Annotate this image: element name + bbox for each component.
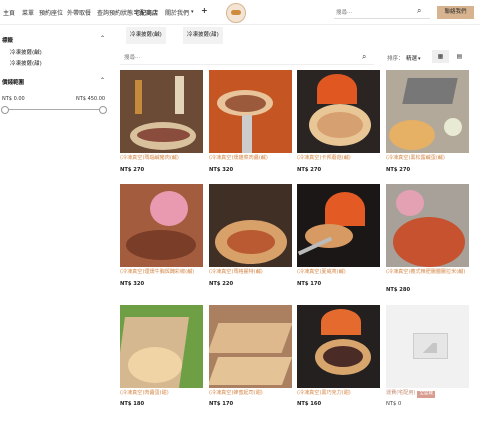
product-title[interactable]: (冷凍真空)卡邦蘑菇(鹹) (297, 155, 381, 162)
product-image[interactable] (120, 305, 203, 388)
status-badge: 全盆栽 (417, 391, 435, 398)
price-min: NT$ 0.00 (2, 96, 25, 102)
price-slider-min-handle[interactable] (1, 106, 9, 114)
price-range-title: 價錢範圍 (2, 80, 25, 86)
product-image[interactable] (120, 70, 203, 153)
chevron-down-icon[interactable]: ▾ (191, 8, 194, 16)
chevron-down-icon[interactable]: ▾ (418, 55, 421, 63)
top-navigation: 主頁 菜單 預約座位 外帶取餐 查詢預約狀態 宅配商店 關於我們 ▾ + 搜尋⋯… (0, 0, 480, 25)
product-price: NT$ 280 (386, 287, 411, 293)
product-title[interactable]: (冷凍真空)瑪瑙鹹豬肉(鹹) (120, 155, 204, 162)
product-title[interactable]: 運費(宅配用) (386, 390, 415, 396)
nav-reservation-status[interactable]: 查詢預約狀態 (97, 8, 133, 17)
product-image[interactable] (297, 184, 380, 267)
price-max: NT$ 450.00 (76, 96, 106, 102)
product-price: NT$ 270 (120, 167, 145, 173)
product-title[interactable]: (冷凍真空)義式辣肥腸臘腸拉米(鹹) (386, 269, 470, 276)
search-icon[interactable]: ⌕ (362, 53, 366, 61)
nav-menu[interactable]: 菜單 (22, 8, 34, 17)
product-title[interactable]: (冷凍真空)肉醬蛋(甜) (120, 390, 204, 397)
nav-home[interactable]: 主頁 (3, 8, 15, 17)
product-title[interactable]: (冷凍真空)黑松露鹹蛋(鹹) (386, 155, 470, 162)
top-search-placeholder: 搜尋⋯ (336, 10, 353, 16)
product-title[interactable]: (冷凍真空)蜂蜜起司(甜) (209, 390, 293, 397)
sidebar-item-frozen-salty[interactable]: 冷凍披薩(鹹) (10, 48, 42, 56)
image-placeholder-icon[interactable] (386, 305, 469, 388)
pizza-logo[interactable] (226, 3, 246, 23)
nav-reservation[interactable]: 預約座位 (39, 8, 63, 17)
search-icon[interactable]: ⌕ (417, 7, 421, 15)
price-slider[interactable] (3, 109, 104, 110)
product-image[interactable] (209, 305, 292, 388)
product-price: NT$ 320 (209, 167, 234, 173)
product-title[interactable]: (冷凍真空)黑巧克力(甜) (297, 390, 381, 397)
category-title: 標籤 (2, 38, 14, 44)
sort-label: 排序： (387, 56, 404, 62)
nav-takeout[interactable]: 外帶取餐 (67, 8, 91, 17)
product-image[interactable] (209, 70, 292, 153)
sort-select[interactable]: 精選 (406, 54, 417, 62)
product-price: NT$ 160 (297, 401, 322, 407)
shipping-title-row[interactable]: 運費(宅配用) 全盆栽 (386, 390, 470, 398)
product-price: NT$ 270 (297, 167, 322, 173)
product-price: NT$ 170 (297, 281, 322, 287)
product-price: NT$ 270 (386, 167, 411, 173)
tab-frozen-salty[interactable]: 冷凍披薩(鹹) (126, 27, 166, 44)
product-price: NT$ 0 (386, 401, 402, 407)
product-price: NT$ 180 (120, 401, 145, 407)
plus-icon[interactable]: + (201, 7, 208, 15)
list-view-button[interactable]: ▤ (451, 50, 468, 63)
product-price: NT$ 320 (120, 281, 145, 287)
product-price: NT$ 170 (209, 401, 234, 407)
sidebar: 標籤 ⌃ 冷凍披薩(鹹) 冷凍披薩(甜) 價錢範圍 ⌃ NT$ 0.00 NT$… (0, 24, 111, 421)
product-image[interactable] (120, 184, 203, 267)
chevron-up-icon[interactable]: ⌃ (100, 77, 105, 84)
grid-view-button[interactable]: ▦ (432, 50, 449, 63)
chevron-up-icon[interactable]: ⌃ (100, 35, 105, 42)
product-image[interactable] (386, 70, 469, 153)
product-search-field[interactable]: 搜尋⋯ (120, 50, 374, 65)
product-title[interactable]: (冷凍真空)燻雞菜肉醬(鹹) (209, 155, 293, 162)
nav-about[interactable]: 關於我們 (165, 8, 189, 17)
product-title[interactable]: (冷凍真空)煙燻牛胸與醃彩椒(鹹) (120, 269, 204, 276)
sidebar-item-frozen-sweet[interactable]: 冷凍披薩(甜) (10, 59, 42, 67)
product-price: NT$ 220 (209, 281, 234, 287)
product-image[interactable] (297, 305, 380, 388)
contact-button[interactable]: 聯絡我們 (437, 6, 474, 19)
tab-frozen-sweet[interactable]: 冷凍披薩(甜) (183, 27, 223, 44)
product-title[interactable]: (冷凍真空)夏威夷(鹹) (297, 269, 381, 276)
product-search-placeholder: 搜尋⋯ (124, 55, 141, 61)
product-image[interactable] (386, 184, 469, 267)
price-slider-max-handle[interactable] (99, 106, 107, 114)
nav-delivery-store[interactable]: 宅配商店 (134, 8, 158, 17)
top-search-field[interactable]: 搜尋⋯ (334, 6, 430, 19)
product-image[interactable] (297, 70, 380, 153)
product-title[interactable]: (冷凍真空)瑪格麗特(鹹) (209, 269, 293, 276)
product-image[interactable] (209, 184, 292, 267)
